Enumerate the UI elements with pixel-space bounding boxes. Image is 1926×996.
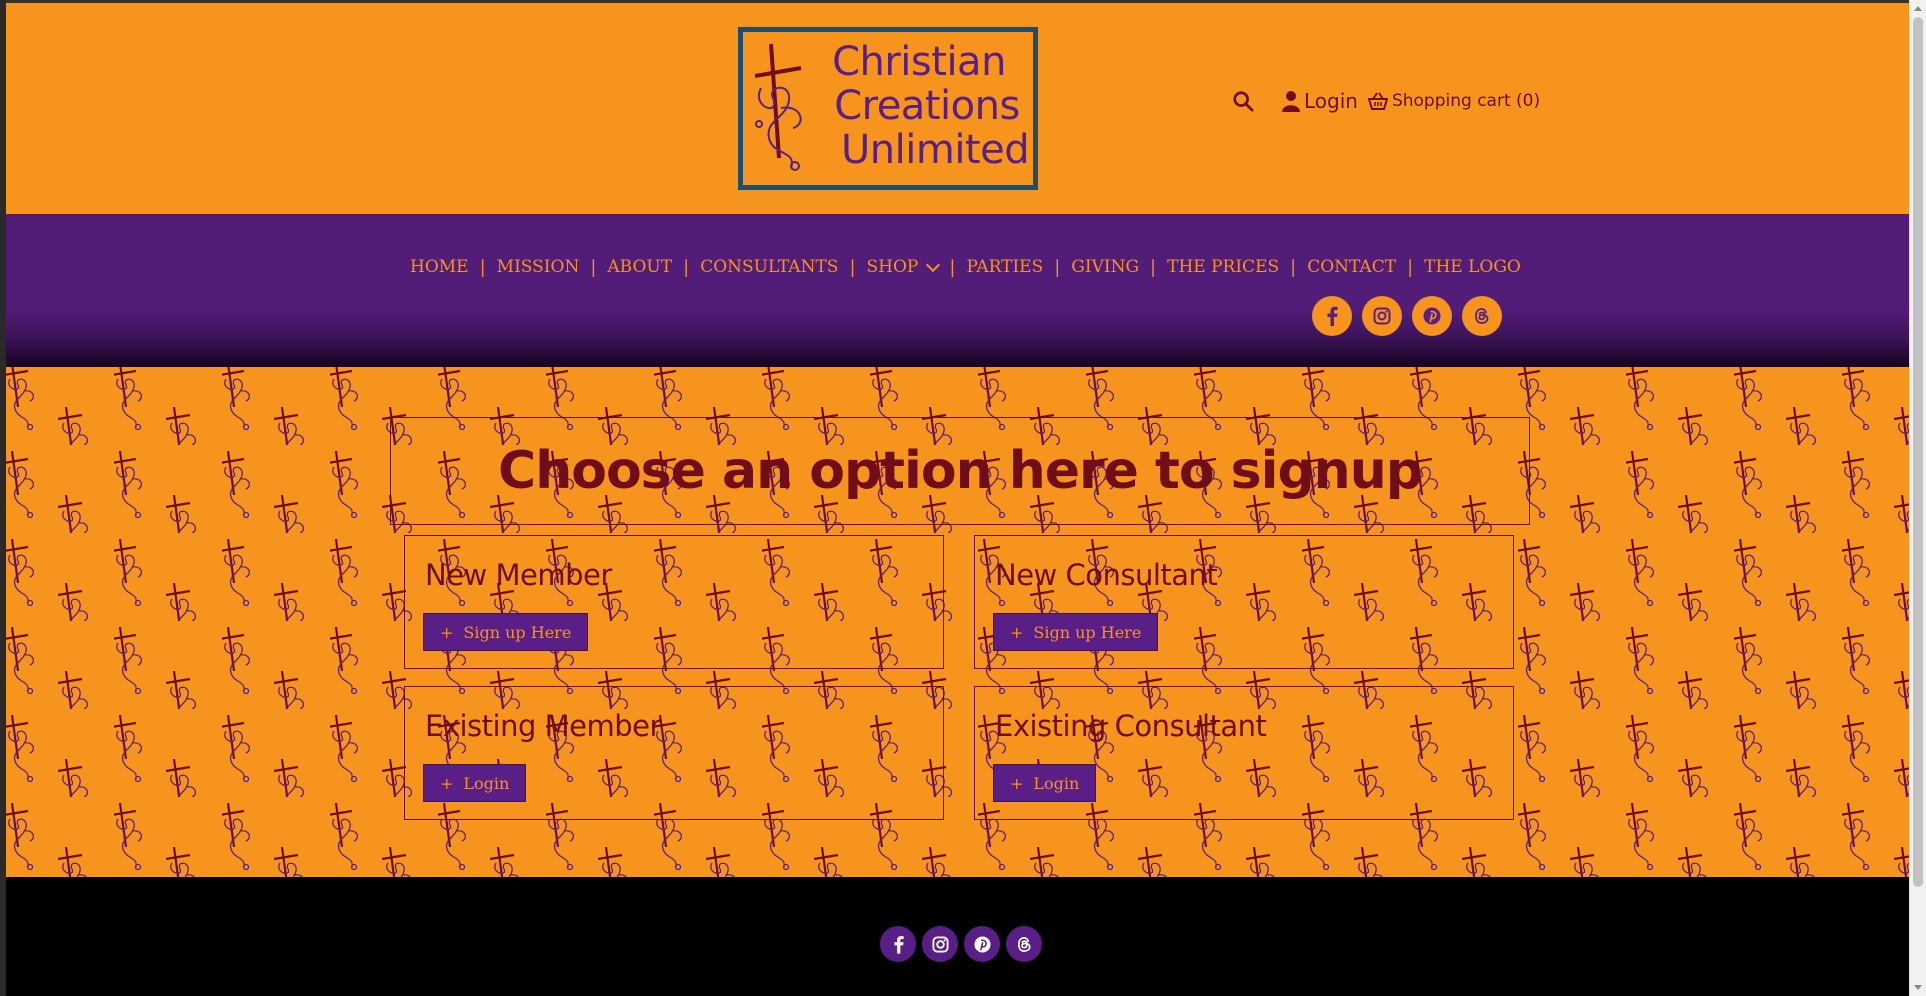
nav-item-about[interactable]: ABOUT	[607, 257, 672, 277]
plus-icon: +	[440, 622, 454, 642]
scroll-up-arrow-icon[interactable]	[1914, 6, 1922, 11]
vertical-scrollbar[interactable]	[1909, 0, 1926, 996]
nav-item-home[interactable]: HOME	[410, 257, 469, 277]
nav-item-the-prices[interactable]: THE PRICES	[1167, 257, 1279, 277]
existing-member-card: Existing Member + Login	[404, 686, 944, 820]
existing-member-login-button[interactable]: + Login	[423, 764, 527, 802]
logo-wordmark: Christian Creations Unlimited	[809, 39, 1030, 173]
site-header: Christian Creations Unlimited Login Shop…	[6, 3, 1909, 214]
page-title: Choose an option here to signup	[498, 441, 1423, 501]
user-icon	[1282, 91, 1300, 112]
threads-link[interactable]	[1462, 296, 1502, 336]
button-label: Sign up Here	[1033, 622, 1142, 642]
nav-item-giving[interactable]: GIVING	[1071, 257, 1139, 277]
scroll-down-arrow-icon[interactable]	[1914, 985, 1922, 990]
nav-separator: |	[1407, 256, 1414, 278]
facebook-icon	[1327, 306, 1338, 326]
basket-icon	[1367, 92, 1388, 110]
nav-item-shop[interactable]: SHOP	[866, 257, 941, 277]
scrollbar-thumb[interactable]	[1913, 17, 1923, 887]
pinterest-link[interactable]	[1412, 296, 1452, 336]
facebook-link[interactable]	[880, 926, 916, 962]
logo-line-3: Unlimited	[841, 127, 1030, 173]
instagram-icon	[931, 935, 949, 953]
new-member-signup-button[interactable]: + Sign up Here	[423, 613, 589, 651]
site-logo[interactable]: Christian Creations Unlimited	[738, 27, 1038, 190]
logo-line-2: Creations	[834, 83, 1020, 129]
plus-icon: +	[1010, 773, 1024, 793]
signup-section: Choose an option here to signup New Memb…	[6, 367, 1909, 877]
header-tools: Login Shopping cart (0)	[1232, 87, 1540, 115]
card-title: New Consultant	[995, 558, 1218, 592]
card-title: Existing Consultant	[995, 709, 1267, 743]
nav-separator: |	[1054, 256, 1061, 278]
footer-social-links	[880, 926, 1042, 962]
new-consultant-card: New Consultant + Sign up Here	[974, 535, 1514, 669]
instagram-icon	[1373, 307, 1391, 325]
nav-separator: |	[849, 256, 856, 278]
nav-separator: |	[479, 256, 486, 278]
nav-separator: |	[949, 256, 956, 278]
plus-icon: +	[440, 773, 454, 793]
pinterest-link[interactable]	[964, 926, 1000, 962]
nav-separator: |	[1150, 256, 1157, 278]
nav-item-mission[interactable]: MISSION	[497, 257, 580, 277]
search-button[interactable]	[1232, 90, 1254, 112]
chevron-down-icon	[926, 257, 941, 272]
card-title: Existing Member	[425, 709, 661, 743]
threads-link[interactable]	[1006, 926, 1042, 962]
threads-icon	[1475, 308, 1489, 324]
nav-separator: |	[683, 256, 690, 278]
button-label: Login	[463, 773, 510, 793]
instagram-link[interactable]	[1362, 296, 1402, 336]
threads-icon	[1017, 936, 1031, 952]
nav-item-parties[interactable]: PARTIES	[966, 257, 1043, 277]
main-navbar: HOME | MISSION | ABOUT | CONSULTANTS | S…	[6, 214, 1909, 367]
nav-item-shop-label: SHOP	[866, 257, 919, 277]
new-member-card: New Member + Sign up Here	[404, 535, 944, 669]
site-footer	[6, 877, 1909, 996]
plus-icon: +	[1010, 622, 1024, 642]
card-title: New Member	[425, 558, 612, 592]
login-link[interactable]: Login	[1282, 89, 1358, 113]
existing-consultant-login-button[interactable]: + Login	[993, 764, 1097, 802]
pinterest-icon	[973, 935, 991, 953]
instagram-link[interactable]	[922, 926, 958, 962]
cross-swirl-logo-icon	[754, 43, 802, 171]
facebook-icon	[893, 935, 904, 954]
shopping-cart-link[interactable]: Shopping cart (0)	[1367, 91, 1541, 111]
button-label: Login	[1033, 773, 1080, 793]
signup-title-box: Choose an option here to signup	[390, 417, 1530, 525]
new-consultant-signup-button[interactable]: + Sign up Here	[993, 613, 1159, 651]
pinterest-icon	[1423, 307, 1441, 325]
facebook-link[interactable]	[1312, 296, 1352, 336]
nav-item-consultants[interactable]: CONSULTANTS	[700, 257, 838, 277]
nav-social-links	[1312, 296, 1502, 336]
login-label: Login	[1304, 89, 1358, 113]
search-icon	[1233, 91, 1254, 112]
nav-separator: |	[1290, 256, 1297, 278]
logo-line-1: Christian	[832, 39, 1006, 85]
shopping-cart-label: Shopping cart (0)	[1391, 91, 1541, 111]
nav-separator: |	[590, 256, 597, 278]
button-label: Sign up Here	[463, 622, 572, 642]
page: Christian Creations Unlimited Login Shop…	[6, 3, 1909, 996]
existing-consultant-card: Existing Consultant + Login	[974, 686, 1514, 820]
nav-item-contact[interactable]: CONTACT	[1307, 257, 1396, 277]
nav-item-the-logo[interactable]: THE LOGO	[1424, 257, 1521, 277]
nav-menu: HOME | MISSION | ABOUT | CONSULTANTS | S…	[410, 252, 1521, 282]
